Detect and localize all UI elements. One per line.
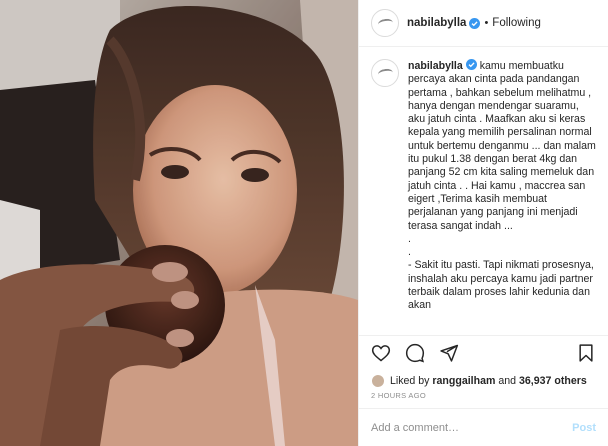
post-sidebar: nabilabylla • Following nabilabylla kamu…	[358, 0, 608, 446]
post-photo-image	[0, 0, 358, 446]
likes-others[interactable]: 36,937 others	[519, 375, 587, 387]
likes-connector: and	[498, 375, 517, 387]
caption-area: nabilabylla kamu membuatku percaya akan …	[359, 47, 608, 335]
caption-username[interactable]: nabilabylla	[408, 60, 463, 72]
caption-text: kamu membuatku percaya akan cinta pada p…	[408, 60, 596, 312]
post-comment-button[interactable]: Post	[572, 422, 596, 434]
likes-prefix: Liked by	[390, 375, 430, 387]
instagram-post: nabilabylla • Following nabilabylla kamu…	[0, 0, 608, 446]
liker-avatar[interactable]	[371, 374, 385, 388]
avatar[interactable]	[371, 9, 399, 37]
comment-input[interactable]	[371, 421, 573, 434]
post-photo[interactable]	[0, 0, 358, 446]
likes-first-user[interactable]: ranggailham	[432, 375, 495, 387]
caption-verified-badge-icon	[465, 59, 477, 70]
comment-box: Post	[359, 408, 608, 446]
header-username[interactable]: nabilabylla	[407, 17, 466, 29]
likes-row: Liked by ranggailham and 36,937 others	[359, 371, 608, 391]
caption-avatar[interactable]	[371, 59, 399, 87]
bookmark-icon[interactable]	[576, 343, 598, 365]
following-button[interactable]: Following	[492, 17, 541, 29]
heart-icon[interactable]	[371, 343, 393, 365]
comment-icon[interactable]	[405, 343, 427, 365]
post-header: nabilabylla • Following	[359, 0, 608, 47]
caption-body: nabilabylla kamu membuatku percaya akan …	[408, 59, 598, 335]
action-bar	[359, 335, 608, 371]
share-icon[interactable]	[439, 343, 461, 365]
header-separator: •	[484, 17, 489, 29]
post-timestamp[interactable]: 2 HOURS AGO	[359, 391, 608, 408]
verified-badge-icon	[469, 17, 481, 29]
